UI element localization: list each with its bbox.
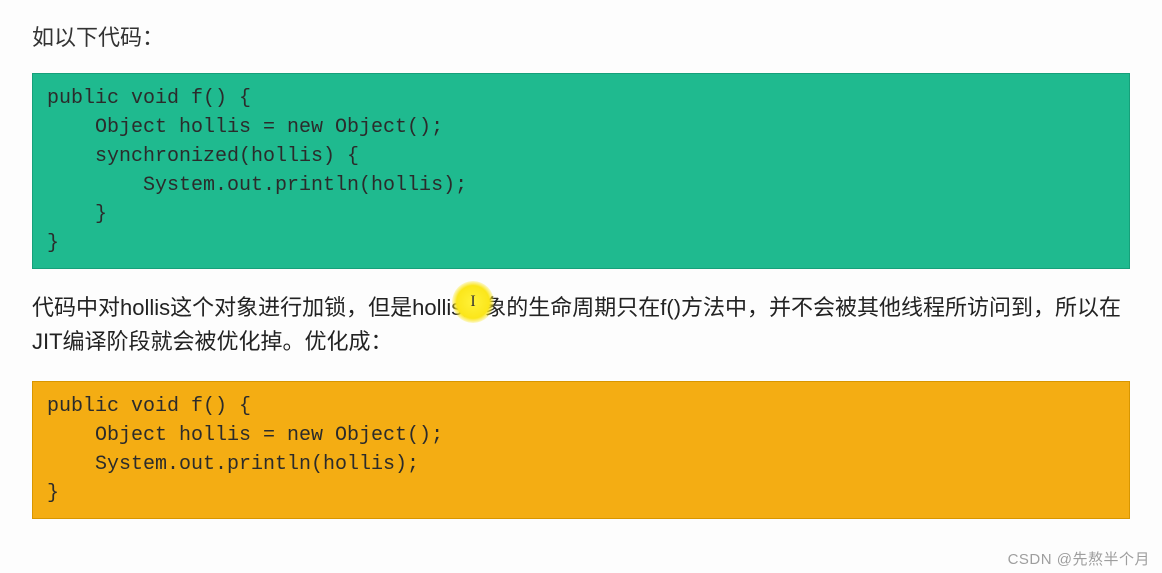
- explanation-text: 代码中对hollis这个对象进行加锁，但是hollis对象的生命周期只在f()方…: [32, 291, 1130, 359]
- intro-text: 如以下代码：: [32, 20, 1130, 55]
- code-block-original: public void f() { Object hollis = new Ob…: [32, 73, 1130, 269]
- code-block-optimized: public void f() { Object hollis = new Ob…: [32, 381, 1130, 519]
- watermark-text: CSDN @先熬半个月: [1008, 548, 1150, 569]
- explanation-text-content: 代码中对hollis这个对象进行加锁，但是hollis对象的生命周期只在f()方…: [32, 295, 1121, 354]
